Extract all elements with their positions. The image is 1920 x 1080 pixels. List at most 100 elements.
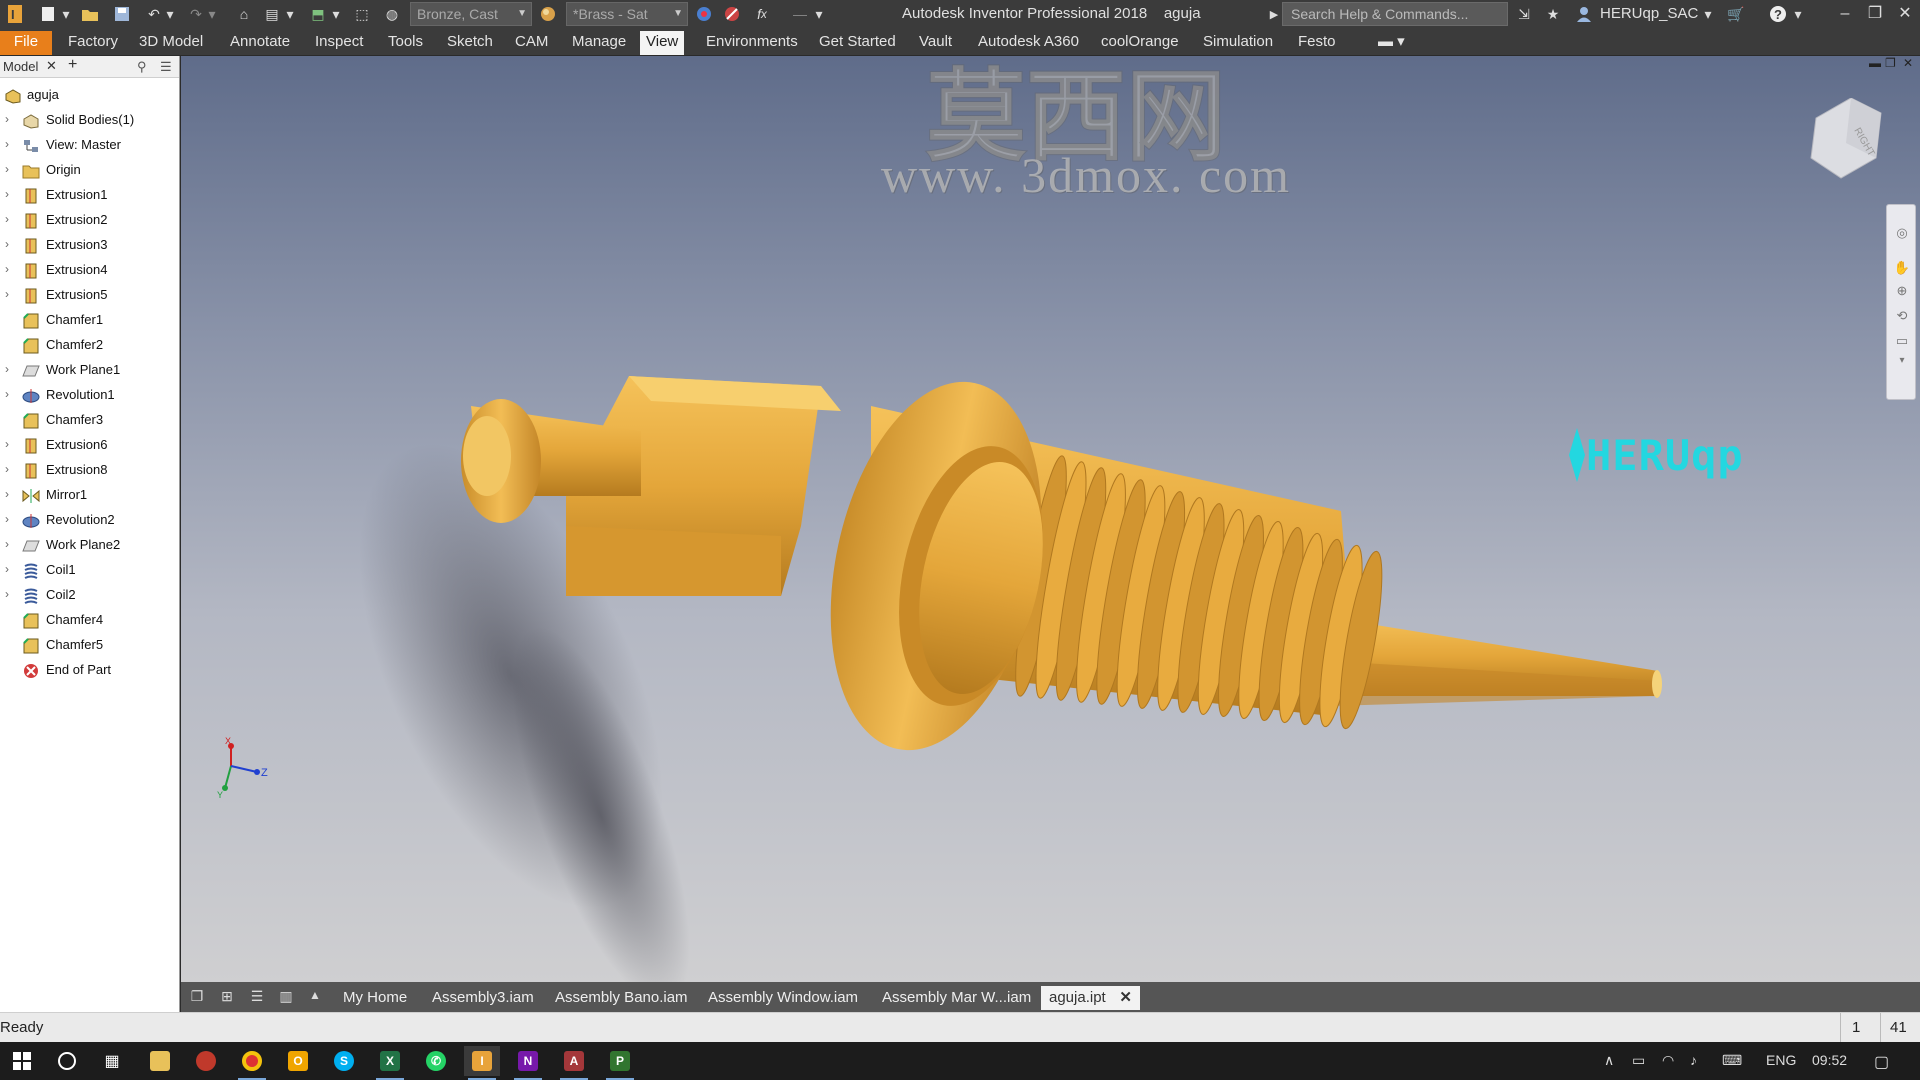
viewcube[interactable]: RIGHT	[1806, 97, 1886, 193]
viewport-close-icon[interactable]: ✕	[1903, 56, 1913, 70]
chevron-right-icon[interactable]: ›	[5, 557, 9, 582]
tree-node-revolution2[interactable]: › Revolution2	[0, 507, 178, 532]
tab-sketch[interactable]: Sketch	[441, 31, 499, 55]
viewport-minimize-icon[interactable]: ▬	[1869, 56, 1881, 70]
tab-inspect[interactable]: Inspect	[309, 31, 369, 55]
ribbon-display-toggle-icon[interactable]: ▬ ▾	[1372, 31, 1411, 55]
steering-wheel-icon[interactable]: ◎	[1893, 225, 1911, 243]
help-dropdown-icon[interactable]: ▾	[1792, 4, 1804, 24]
tab-tools[interactable]: Tools	[382, 31, 429, 55]
outlook-icon[interactable]: O	[280, 1046, 316, 1076]
chevron-right-icon[interactable]: ›	[5, 232, 9, 257]
appearance-select[interactable]: *Brass - Sat ▼	[566, 2, 688, 26]
doc-tab-assembly3[interactable]: Assembly3.iam	[424, 986, 542, 1010]
menu-icon[interactable]: ☰	[160, 59, 172, 75]
tree-node-view-master[interactable]: › View: Master	[0, 132, 178, 157]
adjust-appearance-icon[interactable]	[694, 4, 714, 24]
excel-icon[interactable]: X	[372, 1046, 408, 1080]
minimize-icon[interactable]: –	[1830, 2, 1860, 26]
wifi-icon[interactable]: ◠	[1662, 1052, 1674, 1069]
chevron-right-icon[interactable]: ›	[5, 582, 9, 607]
tree-node-coil1[interactable]: › Coil1	[0, 557, 178, 582]
file-explorer-icon[interactable]	[142, 1046, 178, 1076]
look-at-icon[interactable]: ▭	[1893, 333, 1911, 351]
chevron-right-icon[interactable]: ›	[5, 382, 9, 407]
browser-model-tab[interactable]: Model	[3, 59, 38, 74]
tab-cam[interactable]: CAM	[509, 31, 554, 55]
viewport-restore-icon[interactable]: ❐	[1885, 56, 1896, 70]
pan-hand-icon[interactable]: ✋	[1893, 260, 1911, 278]
tree-root-aguja[interactable]: aguja	[0, 82, 178, 107]
search-help-input[interactable]: Search Help & Commands...	[1282, 2, 1508, 26]
update-icon[interactable]: ⬒	[308, 4, 328, 24]
help-icon[interactable]: ?	[1767, 4, 1789, 24]
project-icon[interactable]: P	[602, 1046, 638, 1080]
access-icon[interactable]: A	[556, 1046, 592, 1080]
tray-expand-icon[interactable]: ∧	[1604, 1052, 1614, 1069]
user-dropdown-icon[interactable]: ▾	[1702, 4, 1714, 24]
tab-coolorange[interactable]: coolOrange	[1095, 31, 1185, 55]
language-indicator[interactable]: ENG	[1766, 1052, 1796, 1068]
close-icon[interactable]: ✕	[1119, 986, 1132, 1010]
keyboard-icon[interactable]: ⌨	[1722, 1052, 1742, 1069]
clock[interactable]: 09:52	[1812, 1052, 1847, 1068]
undo-dropdown-icon[interactable]: ▾	[164, 4, 176, 24]
tree-node-origin[interactable]: › Origin	[0, 157, 178, 182]
whatsapp-icon[interactable]: ✆	[418, 1046, 454, 1076]
tree-node-chamfer2[interactable]: Chamfer2	[0, 332, 178, 357]
sign-in-arrow-icon[interactable]: ⇲	[1514, 4, 1534, 24]
chevron-right-icon[interactable]: ›	[5, 157, 9, 182]
doc-tab-assembly-mar[interactable]: Assembly Mar W...iam	[874, 986, 1039, 1010]
chrome-icon[interactable]	[234, 1046, 270, 1080]
tree-node-chamfer3[interactable]: Chamfer3	[0, 407, 178, 432]
tree-node-work-plane1[interactable]: › Work Plane1	[0, 357, 178, 382]
new-file-icon[interactable]	[38, 4, 58, 24]
redo-icon[interactable]: ↷	[186, 4, 206, 24]
volume-icon[interactable]: ♪	[1690, 1052, 1697, 1068]
search-icon[interactable]: ⚲	[137, 59, 147, 75]
tab-vault[interactable]: Vault	[913, 31, 958, 55]
chevron-right-icon[interactable]: ›	[5, 207, 9, 232]
chevron-right-icon[interactable]: ›	[5, 507, 9, 532]
redo-dropdown-icon[interactable]: ▾	[206, 4, 218, 24]
close-icon[interactable]: ✕	[46, 58, 57, 74]
tree-node-work-plane2[interactable]: › Work Plane2	[0, 532, 178, 557]
chevron-right-icon[interactable]: ›	[5, 132, 9, 157]
tab-simulation[interactable]: Simulation	[1197, 31, 1279, 55]
doc-tab-my-home[interactable]: My Home	[335, 986, 415, 1010]
tree-node-coil2[interactable]: › Coil2	[0, 582, 178, 607]
tile-vertical-icon[interactable]: ▥	[276, 988, 296, 1006]
tree-node-extrusion2[interactable]: › Extrusion2	[0, 207, 178, 232]
zoom-icon[interactable]: ⊕	[1893, 283, 1911, 301]
graphics-viewport[interactable]: 莫西网 www. 3dmox. com HERUqp RIGHT ◎ ✋ ⊕ ⟲…	[181, 56, 1920, 982]
onenote-icon[interactable]: N	[510, 1046, 546, 1080]
save-icon[interactable]	[112, 4, 132, 24]
tree-node-chamfer4[interactable]: Chamfer4	[0, 607, 178, 632]
restore-icon[interactable]: ❐	[1860, 2, 1890, 26]
tab-file[interactable]: File	[0, 31, 52, 55]
tab-3d-model[interactable]: 3D Model	[133, 31, 209, 55]
arrange-up-icon[interactable]: ▲	[305, 988, 325, 1006]
tree-node-chamfer1[interactable]: Chamfer1	[0, 307, 178, 332]
chevron-right-icon[interactable]: ›	[5, 457, 9, 482]
cascade-windows-icon[interactable]: ❐	[187, 988, 207, 1006]
tab-manage[interactable]: Manage	[566, 31, 632, 55]
close-icon[interactable]: ✕	[1890, 2, 1920, 26]
tab-factory[interactable]: Factory	[62, 31, 124, 55]
tree-node-mirror1[interactable]: › Mirror1	[0, 482, 178, 507]
action-center-icon[interactable]: ▢	[1874, 1052, 1889, 1072]
tree-node-extrusion3[interactable]: › Extrusion3	[0, 232, 178, 257]
clear-appearance-icon[interactable]	[722, 4, 742, 24]
doc-tab-assembly-bano[interactable]: Assembly Bano.iam	[547, 986, 696, 1010]
tab-festo[interactable]: Festo	[1292, 31, 1342, 55]
cart-icon[interactable]: 🛒	[1725, 4, 1747, 24]
home-icon[interactable]: ⌂	[234, 4, 254, 24]
favorites-star-icon[interactable]: ★	[1543, 4, 1563, 24]
chevron-right-icon[interactable]: ›	[5, 107, 9, 132]
chevron-right-icon[interactable]: ›	[5, 257, 9, 282]
user-name[interactable]: HERUqp_SAC	[1600, 5, 1698, 22]
tile-horizontal-icon[interactable]: ☰	[247, 988, 267, 1006]
chevron-right-icon[interactable]: ›	[5, 532, 9, 557]
chevron-right-icon[interactable]: ›	[5, 357, 9, 382]
measure-icon[interactable]: —	[790, 4, 810, 24]
